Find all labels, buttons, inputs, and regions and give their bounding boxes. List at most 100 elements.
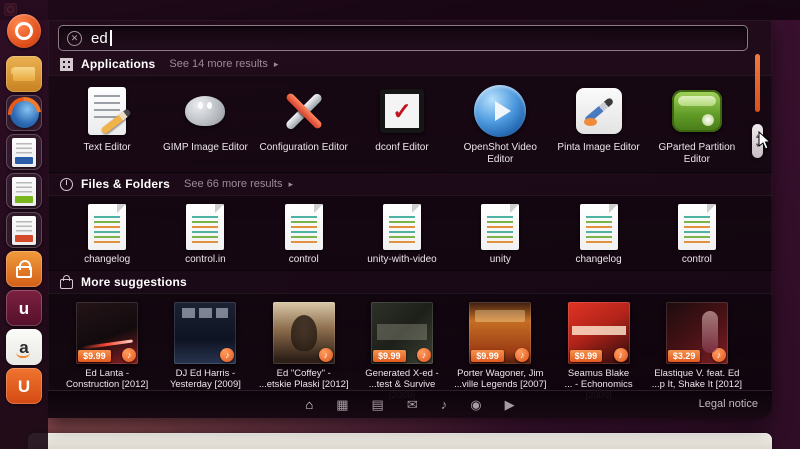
- social-lens-icon[interactable]: ✉: [407, 398, 418, 411]
- file-result[interactable]: control.in: [156, 203, 254, 266]
- price-badge: $9.99: [570, 350, 603, 362]
- applications-section-title: Applications: [81, 57, 155, 71]
- app-result-configuration-editor[interactable]: Configuration Editor: [255, 83, 353, 167]
- album-cover: $3.29 ♪: [666, 302, 728, 364]
- ubuntu-one-music-icon[interactable]: u: [6, 290, 42, 326]
- document-icon: [580, 204, 618, 250]
- file-result[interactable]: control: [255, 203, 353, 266]
- music-note-icon: ♪: [515, 348, 529, 362]
- applications-lens-icon[interactable]: ▦: [336, 398, 348, 411]
- dconf-editor-icon: ✓: [380, 89, 424, 133]
- files-lens-icon[interactable]: ▤: [372, 398, 384, 411]
- music-note-icon: ♪: [614, 348, 628, 362]
- search-area: ✕ ed: [48, 20, 772, 53]
- document-icon: [383, 204, 421, 250]
- ubuntu-software-center-icon[interactable]: [6, 251, 42, 287]
- suggestions-section-header: More suggestions: [48, 271, 772, 293]
- album-cover: ♪: [273, 302, 335, 364]
- files-section-icon: [60, 178, 73, 191]
- search-input[interactable]: ✕ ed: [58, 25, 748, 51]
- text-caret: [110, 30, 112, 46]
- suggestions-section-title: More suggestions: [81, 275, 187, 289]
- price-badge: $9.99: [471, 350, 504, 362]
- mouse-cursor: [758, 131, 772, 156]
- launcher: u a U: [0, 0, 48, 449]
- files-section-header: Files & Folders See 66 more results ▸: [48, 173, 772, 195]
- music-suggestion[interactable]: $9.99 ♪ Ed Lanta -Construction [2012]: [58, 301, 156, 401]
- music-suggestion[interactable]: $9.99 ♪ Generated X-ed -...test & Surviv…: [353, 301, 451, 401]
- amazon-icon[interactable]: a: [6, 329, 42, 365]
- album-cover: ♪: [174, 302, 236, 364]
- clear-search-icon[interactable]: ✕: [67, 31, 82, 46]
- suggestions-results-row: $9.99 ♪ Ed Lanta -Construction [2012] ♪ …: [48, 293, 772, 394]
- pinta-image-editor-icon: [576, 88, 622, 134]
- lens-bar: ⌂ ▦ ▤ ✉ ♪ ◉ ▶ Legal notice: [48, 390, 772, 418]
- photos-lens-icon[interactable]: ◉: [470, 398, 481, 411]
- price-badge: $3.29: [668, 350, 701, 362]
- applications-section-icon: [60, 58, 73, 71]
- music-suggestion[interactable]: $9.99 ♪ Seamus Blake... - Echonomics [20…: [549, 301, 647, 401]
- see-more-files-link[interactable]: See 66 more results ▸: [184, 178, 293, 190]
- chevron-right-icon: ▸: [274, 59, 279, 70]
- music-note-icon: ♪: [319, 348, 333, 362]
- files-section-title: Files & Folders: [81, 177, 170, 191]
- app-result-gimp[interactable]: GIMP Image Editor: [156, 83, 254, 167]
- applications-section-header: Applications See 14 more results ▸: [48, 53, 772, 75]
- desktop: u a U ✕ ed Applications See 14 more resu…: [0, 0, 800, 449]
- libreoffice-calc-icon[interactable]: [6, 173, 42, 209]
- app-result-openshot[interactable]: OpenShot Video Editor: [451, 83, 549, 167]
- document-icon: [285, 204, 323, 250]
- document-icon: [186, 204, 224, 250]
- music-note-icon: ♪: [712, 348, 726, 362]
- music-lens-icon[interactable]: ♪: [441, 398, 448, 411]
- file-result[interactable]: control: [648, 203, 746, 266]
- home-lens-icon[interactable]: ⌂: [305, 398, 313, 411]
- document-icon: [678, 204, 716, 250]
- chevron-right-icon: ▸: [288, 179, 293, 190]
- music-note-icon: ♪: [220, 348, 234, 362]
- dash-overlay: ✕ ed Applications See 14 more results ▸ …: [48, 20, 772, 418]
- gparted-partition-editor-icon: [672, 90, 722, 132]
- music-suggestion[interactable]: ♪ Ed "Coffey" -...etskie Plaski [2012]: [255, 301, 353, 401]
- app-result-dconf-editor[interactable]: ✓ dconf Editor: [353, 83, 451, 167]
- gimp-image-editor-icon: [181, 89, 229, 133]
- album-cover: $9.99 ♪: [76, 302, 138, 364]
- music-note-icon: ♪: [417, 348, 431, 362]
- see-more-applications-link[interactable]: See 14 more results ▸: [169, 58, 278, 70]
- document-icon: [88, 204, 126, 250]
- album-cover: $9.99 ♪: [469, 302, 531, 364]
- file-result[interactable]: changelog: [58, 203, 156, 266]
- suggestions-section-icon: [60, 279, 73, 289]
- album-cover: $9.99 ♪: [568, 302, 630, 364]
- music-suggestion[interactable]: ♪ DJ Ed Harris -Yesterday [2009]: [156, 301, 254, 401]
- ubuntu-one-icon[interactable]: U: [6, 368, 42, 404]
- video-lens-icon[interactable]: ▶: [505, 398, 515, 411]
- text-editor-icon: [88, 87, 126, 135]
- configuration-editor-icon: [278, 85, 330, 137]
- scrollbar-thumb[interactable]: [755, 54, 760, 112]
- openshot-video-editor-icon: [474, 85, 526, 137]
- applications-results-row: Text Editor GIMP Image Editor Configurat…: [48, 75, 772, 173]
- ubuntu-dash-icon[interactable]: [7, 14, 41, 48]
- file-result[interactable]: unity: [451, 203, 549, 266]
- firefox-icon[interactable]: [6, 95, 42, 131]
- music-suggestion[interactable]: $3.29 ♪ Elastique V. feat. Ed...p It, Sh…: [648, 301, 746, 401]
- file-result[interactable]: changelog: [549, 203, 647, 266]
- app-result-text-editor[interactable]: Text Editor: [58, 83, 156, 167]
- libreoffice-writer-icon[interactable]: [6, 134, 42, 170]
- music-note-icon: ♪: [122, 348, 136, 362]
- legal-notice-link[interactable]: Legal notice: [699, 398, 758, 410]
- top-panel: [0, 0, 800, 20]
- files-launcher-icon[interactable]: [6, 56, 42, 92]
- app-result-pinta[interactable]: Pinta Image Editor: [549, 83, 647, 167]
- document-icon: [481, 204, 519, 250]
- background-window-edge[interactable]: [28, 433, 772, 449]
- libreoffice-impress-icon[interactable]: [6, 212, 42, 248]
- music-suggestion[interactable]: $9.99 ♪ Porter Wagoner, Jim...ville Lege…: [451, 301, 549, 401]
- album-cover: $9.99 ♪: [371, 302, 433, 364]
- search-query-text: ed: [91, 30, 108, 47]
- app-result-gparted[interactable]: GParted Partition Editor: [648, 83, 746, 167]
- files-results-row: changelog control.in control unity-with-…: [48, 195, 772, 271]
- file-result[interactable]: unity-with-video: [353, 203, 451, 266]
- price-badge: $9.99: [78, 350, 111, 362]
